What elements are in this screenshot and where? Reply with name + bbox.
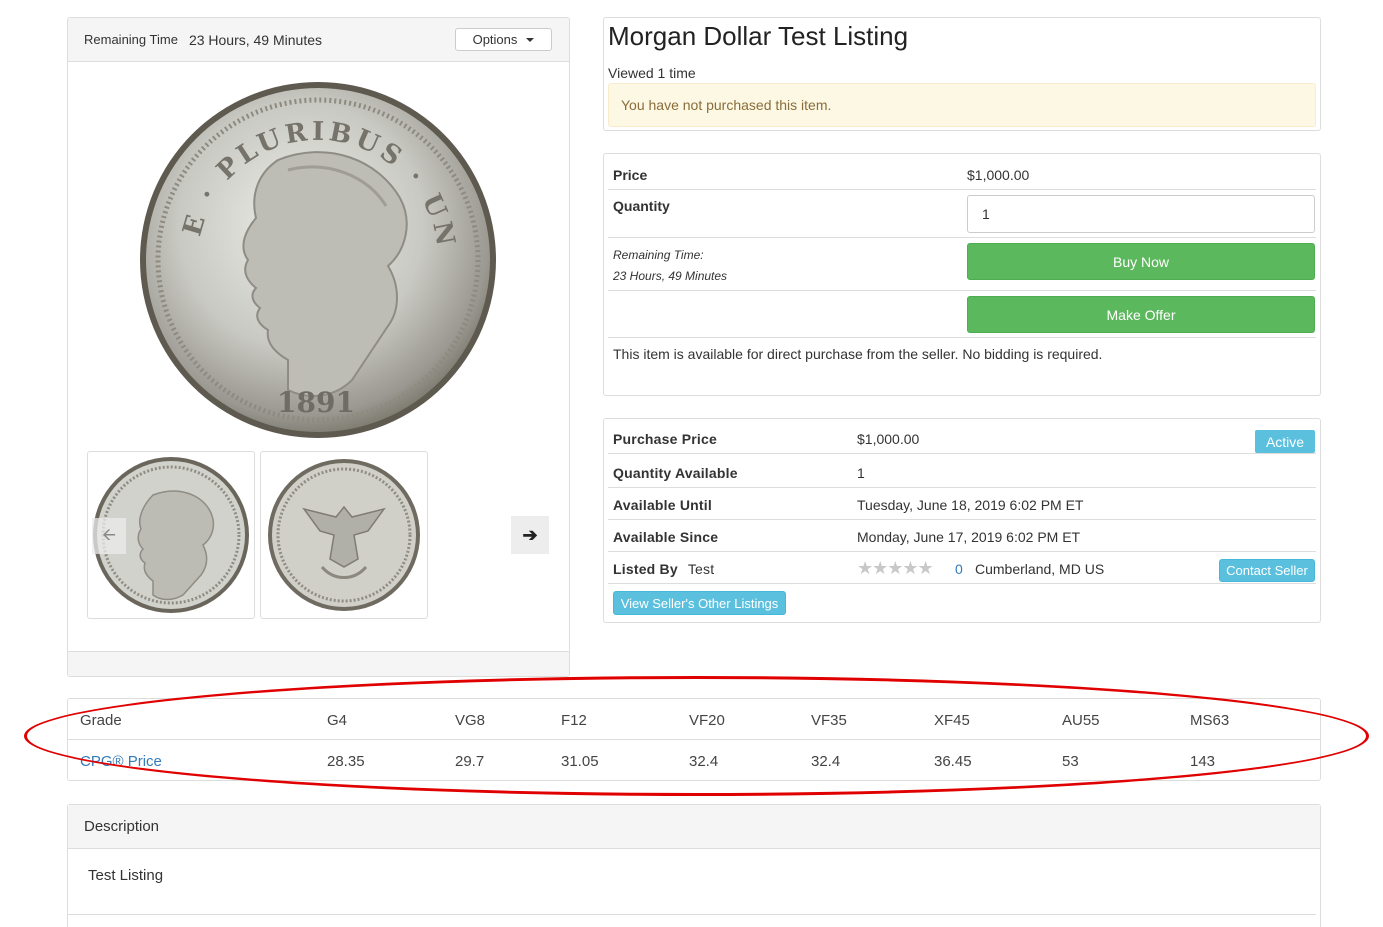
purchase-price-value: $1,000.00 — [857, 431, 920, 447]
description-body: Test Listing — [88, 867, 164, 884]
gallery-prev-arrow-icon[interactable]: 🡨 — [92, 518, 126, 554]
description-header: Description — [68, 805, 1320, 849]
listed-by-row: Listed By Test ★★★★★ 0 Cumberland, MD US … — [608, 552, 1316, 584]
price-vf20: 32.4 — [689, 753, 719, 770]
thumbnail-reverse-image — [268, 459, 420, 611]
direct-purchase-note: This item is available for direct purcha… — [613, 346, 1103, 362]
grade-au55-header: AU55 — [1062, 712, 1100, 729]
description-panel: Description Test Listing — [67, 804, 1321, 927]
price-xf45: 36.45 — [934, 753, 972, 770]
options-dropdown-button[interactable]: Options — [455, 28, 552, 51]
purchase-price-row: Purchase Price $1,000.00 Active — [608, 422, 1316, 454]
buy-remaining-time-value: 23 Hours, 49 Minutes — [613, 269, 728, 283]
caret-down-icon — [526, 37, 535, 42]
price-au55: 53 — [1062, 753, 1079, 770]
gallery-header: Remaining Time 23 Hours, 49 Minutes Opti… — [68, 18, 569, 62]
seller-location: Cumberland, MD US — [975, 561, 1105, 577]
available-since-row: Available Since Monday, June 17, 2019 6:… — [608, 520, 1316, 552]
coin-year: 1891 — [277, 386, 355, 419]
quantity-available-row: Quantity Available 1 — [608, 456, 1316, 488]
main-coin-image[interactable]: E · PLURIBUS · UNUM 1891 — [138, 80, 498, 440]
seller-rating-stars-icon: ★★★★★ — [857, 558, 934, 578]
grade-f12-header: F12 — [561, 712, 587, 729]
remaining-time-label: Remaining Time — [84, 32, 178, 47]
page-title: Morgan Dollar Test Listing — [608, 21, 909, 51]
grade-xf45-header: XF45 — [934, 712, 970, 729]
available-since-value: Monday, June 17, 2019 6:02 PM ET — [857, 529, 1081, 545]
available-until-label: Available Until — [613, 497, 712, 513]
available-until-value: Tuesday, June 18, 2019 6:02 PM ET — [857, 497, 1084, 513]
buy-now-button[interactable]: Buy Now — [967, 243, 1315, 280]
price-g4: 28.35 — [327, 753, 365, 770]
seller-name[interactable]: Test — [688, 561, 714, 577]
quantity-available-value: 1 — [857, 465, 865, 481]
cpg-price-link[interactable]: CPG® Price — [80, 753, 162, 770]
price-guide-table: Grade G4 VG8 F12 VF20 VF35 XF45 AU55 MS6… — [67, 698, 1321, 781]
price-ms63: 143 — [1190, 753, 1216, 770]
listing-details-panel: Purchase Price $1,000.00 Active Quantity… — [603, 418, 1321, 623]
available-until-row: Available Until Tuesday, June 18, 2019 6… — [608, 488, 1316, 520]
grade-vf35-header: VF35 — [811, 712, 847, 729]
quantity-row: Quantity — [608, 190, 1316, 238]
available-since-label: Available Since — [613, 529, 719, 545]
gallery-next-arrow-icon[interactable]: ➔ — [511, 516, 549, 554]
grade-g4-header: G4 — [327, 712, 348, 729]
image-gallery-panel: Remaining Time 23 Hours, 49 Minutes Opti… — [67, 17, 570, 677]
listing-title-panel: Morgan Dollar Test Listing Viewed 1 time… — [603, 17, 1321, 131]
remaining-time-value: 23 Hours, 49 Minutes — [188, 31, 323, 48]
gallery-footer — [68, 651, 569, 676]
contact-seller-button[interactable]: Contact Seller — [1219, 559, 1315, 582]
status-badge: Active — [1255, 430, 1315, 453]
quantity-available-label: Quantity Available — [613, 465, 738, 481]
grade-ms63-header: MS63 — [1190, 712, 1230, 729]
view-seller-listings-button[interactable]: View Seller's Other Listings — [613, 591, 786, 615]
quantity-input[interactable] — [967, 195, 1315, 233]
price-guide-price-row: CPG® Price 28.35 29.7 31.05 32.4 32.4 36… — [68, 740, 1320, 781]
price-label: Price — [613, 167, 648, 183]
price-row: Price $1,000.00 — [608, 156, 1316, 190]
grade-vg8-header: VG8 — [455, 712, 486, 729]
view-count: Viewed 1 time — [608, 65, 696, 81]
price-value: $1,000.00 — [967, 167, 1030, 183]
make-offer-row: Make Offer — [608, 291, 1316, 338]
purchase-notice-alert: You have not purchased this item. — [608, 83, 1316, 127]
options-label: Options — [472, 32, 518, 47]
price-vf35: 32.4 — [811, 753, 841, 770]
remaining-time-row: Remaining Time: 23 Hours, 49 Minutes Buy… — [608, 238, 1316, 291]
price-f12: 31.05 — [561, 753, 599, 770]
description-divider — [68, 914, 1316, 915]
buy-panel: Price $1,000.00 Quantity Remaining Time:… — [603, 153, 1321, 396]
listed-by-label: Listed By Test — [613, 561, 715, 577]
grade-vf20-header: VF20 — [689, 712, 725, 729]
grade-header: Grade — [80, 712, 122, 729]
thumbnail-reverse[interactable] — [260, 451, 428, 619]
seller-rating-count[interactable]: 0 — [955, 561, 963, 577]
make-offer-button[interactable]: Make Offer — [967, 296, 1315, 333]
quantity-label: Quantity — [613, 198, 670, 214]
purchase-price-label: Purchase Price — [613, 431, 717, 447]
price-vg8: 29.7 — [455, 753, 485, 770]
price-guide-header-row: Grade G4 VG8 F12 VF20 VF35 XF45 AU55 MS6… — [68, 699, 1320, 740]
buy-remaining-time-label: Remaining Time: — [613, 248, 704, 262]
